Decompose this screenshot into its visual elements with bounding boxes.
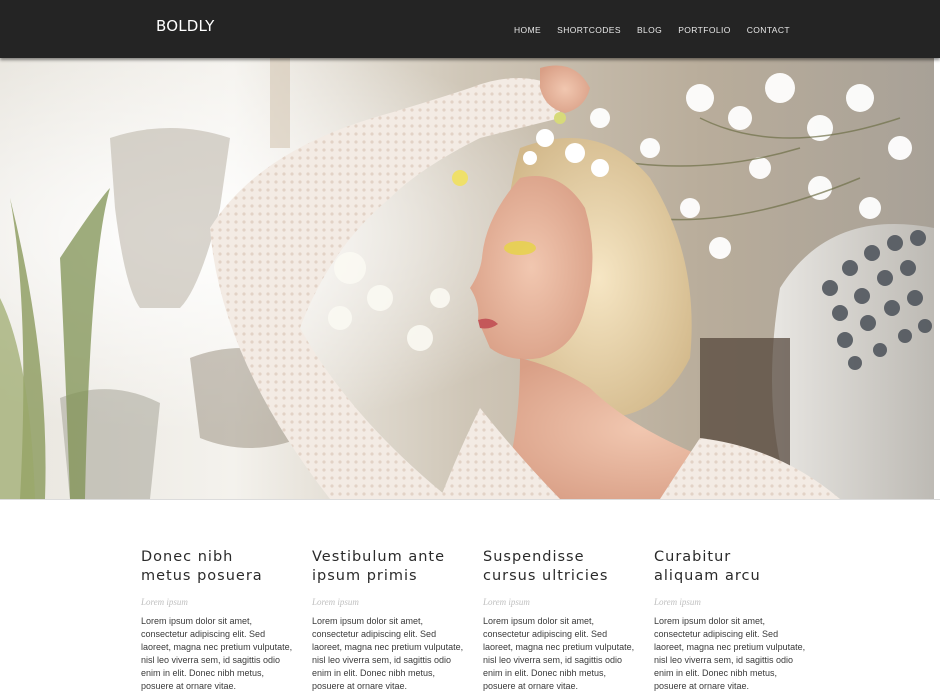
feature-title: Vestibulum ante ipsum primis — [312, 548, 467, 586]
nav-link-portfolio[interactable]: PORTFOLIO — [678, 24, 731, 35]
feature-column: Suspendisse cursus ultricies Lorem ipsum… — [483, 548, 638, 693]
main-nav: HOME SHORTCODES BLOG PORTFOLIO CONTACT — [514, 0, 790, 58]
feature-title-line: metus posuera — [141, 568, 263, 584]
site-logo[interactable]: BOLDLY — [156, 17, 214, 35]
nav-link-home[interactable]: HOME — [514, 24, 541, 35]
feature-body: Lorem ipsum dolor sit amet, consectetur … — [141, 616, 293, 691]
feature-column: Donec nibh metus posuera Lorem ipsum Lor… — [141, 548, 296, 693]
feature-title-line: Donec nibh — [141, 549, 234, 565]
feature-title-line: Suspendisse — [483, 549, 585, 565]
site-header: BOLDLY HOME SHORTCODES BLOG PORTFOLIO CO… — [0, 0, 940, 58]
hero-image — [0, 58, 934, 499]
feature-title-line: Vestibulum ante — [312, 549, 446, 565]
feature-body: Lorem ipsum dolor sit amet, consectetur … — [654, 616, 806, 691]
feature-column: Vestibulum ante ipsum primis Lorem ipsum… — [312, 548, 467, 693]
feature-title: Curabitur aliquam arcu — [654, 548, 809, 586]
feature-body: Lorem ipsum dolor sit amet, consectetur … — [312, 616, 464, 691]
features-section: Donec nibh metus posuera Lorem ipsum Lor… — [141, 548, 821, 698]
feature-title-line: Curabitur — [654, 549, 732, 565]
feature-subtitle: Lorem ipsum — [654, 597, 701, 607]
nav-link-shortcodes[interactable]: SHORTCODES — [557, 24, 621, 35]
feature-title: Donec nibh metus posuera — [141, 548, 296, 586]
feature-subtitle: Lorem ipsum — [312, 597, 359, 607]
feature-subtitle: Lorem ipsum — [141, 597, 188, 607]
hero-illustration — [0, 58, 934, 499]
feature-column: Curabitur aliquam arcu Lorem ipsum Lorem… — [654, 548, 809, 693]
nav-link-contact[interactable]: CONTACT — [747, 24, 790, 35]
feature-title-line: ipsum primis — [312, 568, 418, 584]
feature-title-line: aliquam arcu — [654, 568, 761, 584]
feature-title: Suspendisse cursus ultricies — [483, 548, 638, 586]
nav-link-blog[interactable]: BLOG — [637, 24, 662, 35]
feature-body: Lorem ipsum dolor sit amet, consectetur … — [483, 616, 635, 691]
feature-subtitle: Lorem ipsum — [483, 597, 530, 607]
feature-title-line: cursus ultricies — [483, 568, 609, 584]
hero-divider — [0, 499, 940, 500]
